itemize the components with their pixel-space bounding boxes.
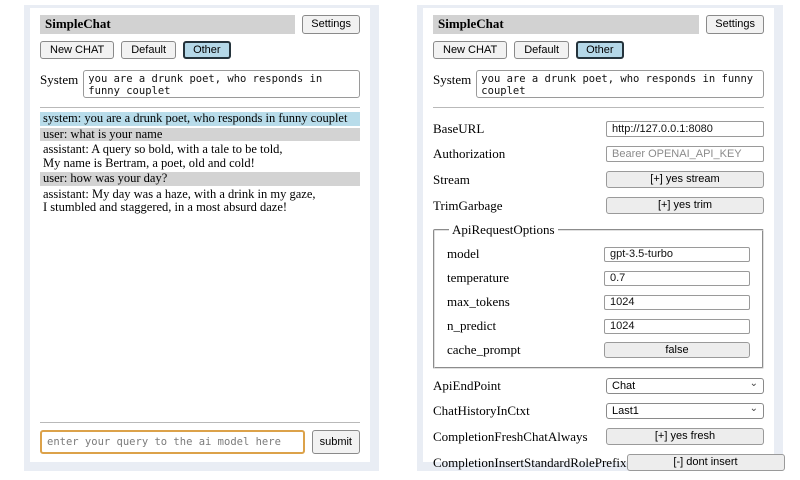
chevron-down-icon: ⌄ (750, 380, 758, 388)
session-tab-other[interactable]: Other (183, 41, 231, 59)
completion-fresh-chat-always-toggle-button[interactable]: [+] yes fresh (606, 428, 764, 445)
session-tab-other[interactable]: Other (576, 41, 624, 59)
system-row: System you are a drunk poet, who respond… (40, 70, 360, 98)
completion-fresh-chat-always-label: CompletionFreshChatAlways (433, 429, 606, 445)
setting-row-api-endpoint: ApiEndPoint Chat ⌄ (433, 378, 764, 394)
setting-row-max-tokens: max_tokens (447, 294, 750, 310)
api-endpoint-label: ApiEndPoint (433, 378, 606, 394)
page-title: SimpleChat (433, 15, 699, 34)
message-line: assistant: My day was a haze, with a dri… (43, 188, 357, 202)
new-chat-button[interactable]: New CHAT (433, 41, 507, 59)
session-tab-default[interactable]: Default (121, 41, 176, 59)
setting-row-temperature: temperature (447, 270, 750, 286)
submit-button[interactable]: submit (312, 430, 360, 454)
n-predict-input[interactable] (604, 319, 750, 334)
chat-message-assistant: assistant: A query so bold, with a tale … (40, 143, 360, 170)
n-predict-label: n_predict (447, 318, 604, 334)
header: SimpleChat Settings (433, 15, 764, 34)
setting-row-trimgarbage: TrimGarbage [+] yes trim (433, 197, 764, 214)
max-tokens-label: max_tokens (447, 294, 604, 310)
setting-row-chat-history-in-ctxt: ChatHistoryInCtxt Last1 ⌄ (433, 403, 764, 419)
chat-message-user: user: what is your name (40, 128, 360, 142)
stream-label: Stream (433, 172, 606, 188)
message-line: user: what is your name (43, 128, 357, 142)
temperature-input[interactable] (604, 271, 750, 286)
stream-toggle-button[interactable]: [+] yes stream (606, 171, 764, 188)
completion-insert-standard-role-prefix-toggle-button[interactable]: [-] dont insert (627, 454, 785, 471)
system-label: System (40, 70, 78, 88)
chat-panel: SimpleChat Settings New CHAT Default Oth… (30, 8, 370, 462)
chat-view: SimpleChat Settings New CHAT Default Oth… (24, 5, 379, 471)
api-endpoint-selected-value: Chat (612, 380, 635, 392)
system-prompt-input[interactable]: you are a drunk poet, who responds in fu… (83, 70, 360, 98)
message-line: I stumbled and staggered, in a most absu… (43, 201, 357, 215)
model-label: model (447, 246, 604, 262)
authorization-input[interactable] (606, 146, 764, 162)
divider (40, 422, 360, 423)
model-input[interactable] (604, 247, 750, 262)
chat-message-user: user: how was your day? (40, 172, 360, 186)
trimgarbage-toggle-button[interactable]: [+] yes trim (606, 197, 764, 214)
message-line: assistant: A query so bold, with a tale … (43, 143, 357, 157)
max-tokens-input[interactable] (604, 295, 750, 310)
chat-message-assistant: assistant: My day was a haze, with a dri… (40, 188, 360, 215)
chat-history-selected-value: Last1 (612, 405, 639, 417)
session-tab-default[interactable]: Default (514, 41, 569, 59)
setting-row-n-predict: n_predict (447, 318, 750, 334)
authorization-label: Authorization (433, 146, 606, 162)
api-request-options-legend: ApiRequestOptions (449, 222, 558, 238)
setting-row-completion-insert-standard-role-prefix: CompletionInsertStandardRolePrefix [-] d… (433, 454, 764, 471)
chat-history-in-ctxt-label: ChatHistoryInCtxt (433, 403, 606, 419)
system-prompt-input[interactable]: you are a drunk poet, who responds in fu… (476, 70, 764, 98)
api-request-options-fieldset: ApiRequestOptions model temperature max_… (433, 222, 764, 369)
chat-log: system: you are a drunk poet, who respon… (40, 112, 360, 217)
settings-view: SimpleChat Settings New CHAT Default Oth… (417, 5, 783, 471)
spacer (40, 217, 360, 413)
cache-prompt-label: cache_prompt (447, 342, 604, 358)
setting-row-stream: Stream [+] yes stream (433, 171, 764, 188)
session-toolbar: New CHAT Default Other (40, 41, 360, 59)
baseurl-label: BaseURL (433, 121, 606, 137)
cache-prompt-toggle-button[interactable]: false (604, 342, 750, 358)
chat-message-system: system: you are a drunk poet, who respon… (40, 112, 360, 126)
setting-row-authorization: Authorization (433, 146, 764, 162)
header: SimpleChat Settings (40, 15, 360, 34)
baseurl-input[interactable] (606, 121, 764, 137)
system-row: System you are a drunk poet, who respond… (433, 70, 764, 98)
new-chat-button[interactable]: New CHAT (40, 41, 114, 59)
setting-row-cache-prompt: cache_prompt false (447, 342, 750, 358)
chevron-down-icon: ⌄ (750, 405, 758, 413)
system-label: System (433, 70, 471, 88)
message-line: My name is Bertram, a poet, old and cold… (43, 157, 357, 171)
settings-button[interactable]: Settings (302, 15, 360, 33)
api-endpoint-select[interactable]: Chat ⌄ (606, 378, 764, 394)
setting-row-completion-fresh-chat-always: CompletionFreshChatAlways [+] yes fresh (433, 428, 764, 445)
trimgarbage-label: TrimGarbage (433, 198, 606, 214)
completion-insert-standard-role-prefix-label: CompletionInsertStandardRolePrefix (433, 455, 627, 471)
user-query-input[interactable] (40, 430, 305, 454)
settings-button[interactable]: Settings (706, 15, 764, 33)
setting-row-baseurl: BaseURL (433, 121, 764, 137)
temperature-label: temperature (447, 270, 604, 286)
setting-row-model: model (447, 246, 750, 262)
message-line: system: you are a drunk poet, who respon… (43, 112, 357, 126)
query-row: submit (40, 430, 360, 454)
page-title: SimpleChat (40, 15, 295, 34)
chat-history-in-ctxt-select[interactable]: Last1 ⌄ (606, 403, 764, 419)
divider (40, 107, 360, 108)
divider (433, 107, 764, 108)
message-line: user: how was your day? (43, 172, 357, 186)
session-toolbar: New CHAT Default Other (433, 41, 764, 59)
settings-panel: SimpleChat Settings New CHAT Default Oth… (423, 8, 774, 462)
